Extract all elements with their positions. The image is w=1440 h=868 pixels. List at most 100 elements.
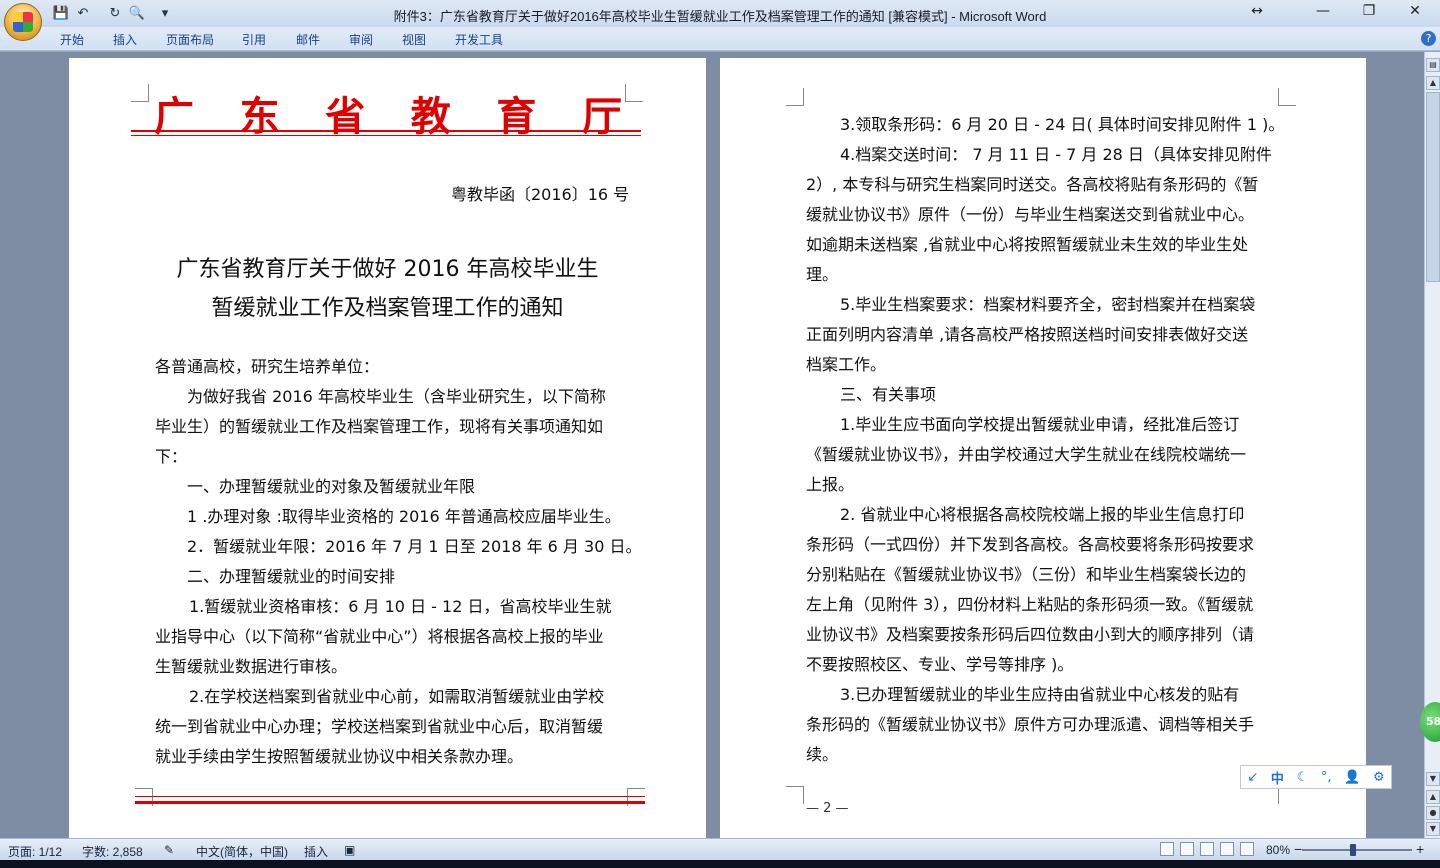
ruler-toggle-icon[interactable]: ▤ [1426,58,1440,72]
tab-page-layout[interactable]: 页面布局 [166,31,214,48]
crop-mark [625,84,643,102]
zoom-slider[interactable] [1302,849,1412,851]
browse-object-icon[interactable]: ● [1426,806,1440,820]
body-line: 业指导中心（以下简称“省就业中心”）将根据各高校上报的毕业 [155,627,604,646]
body-line: 生暂缓就业数据进行审核。 [155,657,348,676]
tab-developer[interactable]: 开发工具 [455,31,503,48]
page-indicator[interactable]: 页面: 1/12 [8,843,62,860]
tab-mailings[interactable]: 邮件 [296,31,320,48]
red-rule [135,796,645,797]
status-bar: 页面: 1/12 字数: 2,858 ✎ 中文(简体，中国) 插入 ▣ 80% … [0,838,1440,860]
agency-char: 教 [410,93,453,140]
zoom-level[interactable]: 80% [1266,843,1290,857]
minimize-button[interactable]: — [1312,3,1334,19]
scroll-down-arrow[interactable]: ▼ [1426,772,1440,786]
body-line: 正面列明内容清单 ,请各高校严格按照送档时间安排表做好交送 [806,325,1249,344]
insert-mode[interactable]: 插入 [304,843,328,860]
office-logo-icon [13,12,33,32]
agency-char: 厅 [581,93,624,140]
page-number: — 2 — [806,801,849,816]
window-title: 附件3：广东省教育厅关于做好2016年高校毕业生暂缓就业工作及档案管理工作的通知… [393,9,1047,24]
scroll-up-arrow[interactable]: ▲ [1426,76,1440,90]
page-2[interactable]: 3.领取条形码：6 月 20 日 - 24 日( 具体时间安排见附件 1 )。 … [720,58,1366,838]
help-icon[interactable]: ? [1421,31,1436,46]
body-line: 分别粘贴在《暂缓就业协议书》（三份）和毕业生档案袋长边的 [806,565,1247,584]
page-1[interactable]: 广 东 省 教 育 厅 粤教毕函〔2016〕16 号 广东省教育厅关于做好 20… [69,58,706,838]
crop-mark [786,786,804,804]
body-line: 缓就业协议书》原件（一份）与毕业生档案送交到省就业中心。 [806,205,1255,224]
word-count[interactable]: 字数: 2,858 [82,843,143,860]
doc-title-line1: 广东省教育厅关于做好 2016 年高校毕业生 [176,257,599,282]
web-layout-view-icon[interactable] [1200,842,1214,856]
body-line: 2）, 本专科与研究生档案同时送交。各高校将贴有条形码的《暂 [806,175,1259,194]
body-line: 如逾期未送档案 ,省就业中心将按照暂缓就业未生效的毕业生处 [806,235,1249,254]
body-line: 1.毕业生应书面向学校提出暂缓就业申请，经批准后签订 [840,415,1240,434]
body-line: 就业手续由学生按照暂缓就业协议中相关条款办理。 [155,747,524,766]
close-button[interactable]: ✕ [1404,3,1426,19]
tab-insert[interactable]: 插入 [113,31,137,48]
ribbon-tabs: 开始 插入 页面布局 引用 邮件 审阅 视图 开发工具 ? [0,27,1440,51]
section-heading: 二、办理暂缓就业的时间安排 [187,567,396,586]
office-button[interactable] [4,3,42,41]
doc-title-line2: 暂缓就业工作及档案管理工作的通知 [211,296,564,321]
proofing-icon[interactable]: ✎ [164,843,174,857]
section-heading: 一、办理暂缓就业的对象及暂缓就业年限 [187,477,476,496]
body-line: 5.毕业生档案要求：档案材料要齐全，密封档案并在档案袋 [840,295,1256,314]
body-line: 不要按照校区、专业、学号等排序 )。 [806,655,1074,674]
red-rule [131,135,641,136]
outline-view-icon[interactable] [1220,842,1234,856]
next-page-icon[interactable]: ▼ [1426,822,1440,836]
crop-mark [786,88,804,106]
ime-punctuation-icon[interactable]: °, [1321,770,1332,785]
body-line: 1.暂缓就业资格审核：6 月 10 日 - 12 日，省高校毕业生就 [189,597,612,616]
ime-moon-icon[interactable]: ☾ [1297,770,1309,785]
taskbar [0,860,1440,868]
prev-page-icon[interactable]: ▲ [1426,790,1440,804]
ime-expand-icon[interactable]: ↙ [1247,770,1258,785]
draft-view-icon[interactable] [1240,842,1254,856]
restore-button[interactable]: ❐ [1358,3,1380,19]
doc-number: 粤教毕函〔2016〕16 号 [451,185,630,204]
macro-record-icon[interactable]: ▣ [344,843,355,857]
body-line: 上报。 [806,475,855,494]
body-line: 为做好我省 2016 年高校毕业生（含毕业研究生，以下简称 [187,387,606,406]
zoom-in-icon[interactable]: + [1416,841,1424,857]
full-screen-view-icon[interactable] [1180,842,1194,856]
crop-mark [1278,88,1296,106]
body-line: 左上角（见附件 3），四份材料上粘贴的条形码须一致。《暂缓就 [806,595,1254,614]
body-line: 续。 [806,745,839,764]
agency-char: 广 [154,93,196,140]
agency-char: 东 [239,93,282,140]
zoom-out-icon[interactable]: − [1294,841,1302,857]
ime-chinese-mode[interactable]: 中 [1271,768,1284,787]
agency-char: 育 [496,93,539,140]
red-rule [135,801,645,804]
ime-settings-icon[interactable]: ⚙ [1373,770,1385,785]
body-line: 2. 省就业中心将根据各高校院校端上报的毕业生信息打印 [840,505,1245,524]
body-line: 理。 [806,265,839,284]
body-line: 3.已办理暂缓就业的毕业生应持由省就业中心核发的贴有 [840,685,1240,704]
tab-references[interactable]: 引用 [242,31,266,48]
tab-view[interactable]: 视图 [402,31,426,48]
body-line: 业协议书》及档案要按条形码后四位数由小到大的顺序排列（请 [806,625,1255,644]
agency-char: 省 [325,93,368,140]
language-indicator[interactable]: 中文(简体，中国) [196,843,288,860]
ime-user-icon[interactable]: 👤 [1344,770,1360,785]
print-layout-view-icon[interactable] [1160,842,1174,856]
tab-home[interactable]: 开始 [60,31,84,48]
body-line: 毕业生）的暂缓就业工作及档案管理工作，现将有关事项通知如 [155,417,604,436]
red-rule [131,130,641,132]
body-line: 条形码（一式四份）并下发到各高校。各高校要将条形码按要求 [806,535,1255,554]
body-line: 统一到省就业中心办理；学校送档案到省就业中心后，取消暂缓 [155,717,604,736]
crop-mark [131,84,149,102]
body-line: 各普通高校，研究生培养单位： [155,357,380,376]
zoom-slider-thumb[interactable] [1350,844,1356,856]
body-line: 《暂缓就业协议书》，并由学校通过大学生就业在线院校端统一 [806,445,1247,464]
scroll-thumb[interactable] [1426,92,1440,282]
ime-toolbar[interactable]: ↙ 中 ☾ °, 👤 ⚙ [1240,765,1392,789]
resize-arrows-icon[interactable]: ↔ [1246,3,1268,19]
body-line: 档案工作。 [806,355,887,374]
body-line: 3.领取条形码：6 月 20 日 - 24 日( 具体时间安排见附件 1 )。 [840,115,1285,134]
agency-header: 广 东 省 教 育 厅 [154,84,624,142]
tab-review[interactable]: 审阅 [349,31,373,48]
